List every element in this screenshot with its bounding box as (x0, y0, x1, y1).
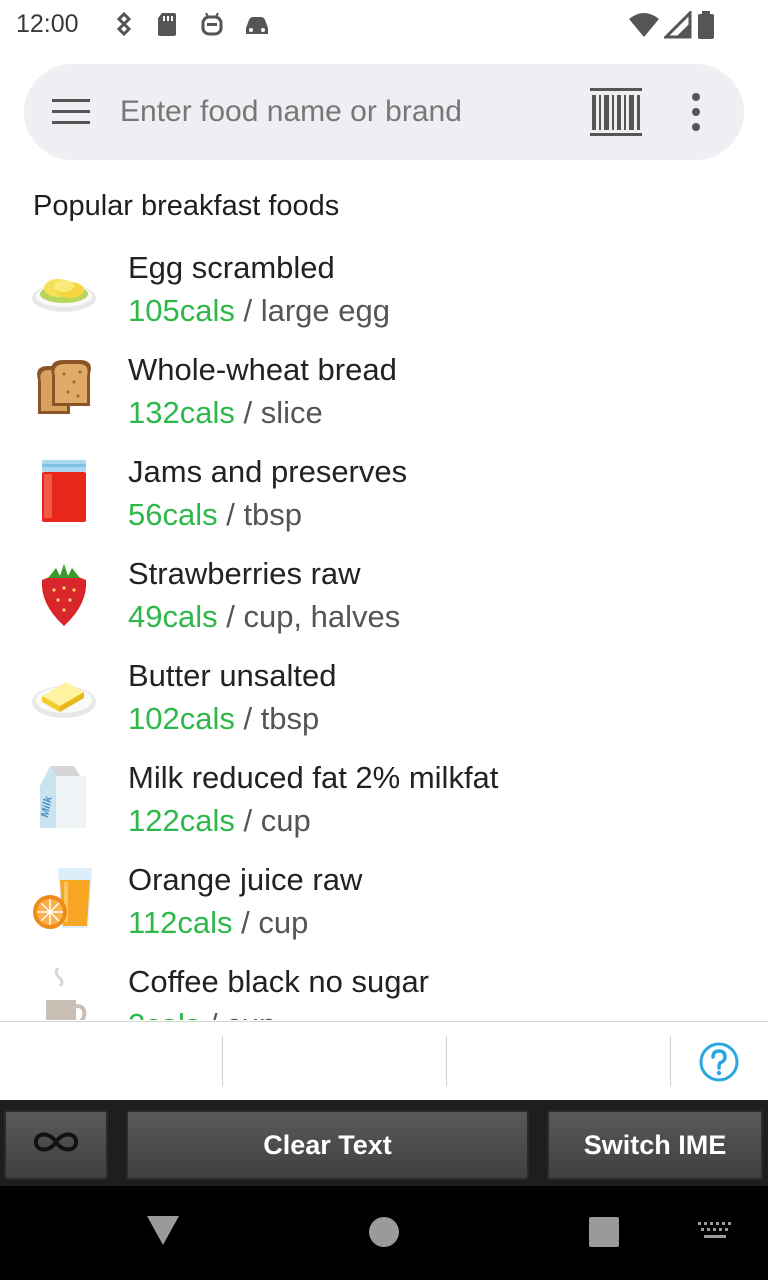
status-time: 12:00 (16, 10, 79, 38)
slot-separator (670, 1036, 671, 1086)
food-calories: 105cals / large egg (128, 293, 390, 329)
food-name: Butter unsalted (128, 658, 337, 693)
calorie-value: 102cals (128, 701, 235, 736)
suggestion-strip (0, 1022, 768, 1100)
food-item-strawberries-raw[interactable]: Strawberries raw 49cals / cup, halves (0, 546, 768, 648)
scrambled-egg-icon (28, 250, 100, 322)
food-calories: 2cals / cup (128, 1007, 276, 1020)
keyboard-icon[interactable] (698, 1222, 732, 1247)
recents-icon[interactable] (588, 1216, 620, 1253)
calorie-value: 56cals (128, 497, 218, 532)
serving-unit: / cup, halves (217, 599, 401, 634)
slot-separator (446, 1036, 447, 1086)
slot-separator (222, 1036, 223, 1086)
clear-text-button[interactable]: Clear Text (126, 1110, 529, 1180)
food-calories: 56cals / tbsp (128, 497, 302, 533)
food-item-whole-wheat-bread[interactable]: Whole-wheat bread 132cals / slice (0, 342, 768, 444)
food-item-coffee-black[interactable]: Coffee black no sugar 2cals / cup (0, 954, 768, 1020)
food-name: Coffee black no sugar (128, 964, 430, 999)
more-options-icon[interactable] (684, 92, 708, 132)
search-bar (24, 64, 744, 160)
section-title: Popular breakfast foods (33, 190, 340, 222)
calorie-value: 122cals (128, 803, 235, 838)
food-name: Milk reduced fat 2% milkfat (128, 760, 499, 795)
infinity-icon (30, 1128, 82, 1163)
serving-unit: / cup (234, 803, 311, 838)
food-name: Orange juice raw (128, 862, 363, 897)
calorie-value: 105cals (128, 293, 235, 328)
serving-unit: / tbsp (234, 701, 320, 736)
switch-ime-button[interactable]: Switch IME (547, 1110, 763, 1180)
food-item-jams-and-preserves[interactable]: Jams and preserves 56cals / tbsp (0, 444, 768, 546)
calorie-value: 2cals (128, 1007, 200, 1020)
food-item-orange-juice-raw[interactable]: Orange juice raw 112cals / cup (0, 852, 768, 954)
food-list: Egg scrambled 105cals / large egg Whole-… (0, 240, 768, 1020)
food-item-milk-reduced-fat[interactable]: Milk Milk reduced fat 2% milkfat 122cals… (0, 750, 768, 852)
coffee-cup-icon (28, 964, 100, 1020)
food-item-butter-unsalted[interactable]: Butter unsalted 102cals / tbsp (0, 648, 768, 750)
infinity-button[interactable] (4, 1110, 108, 1180)
hamburger-menu-icon[interactable] (52, 98, 90, 126)
food-name: Egg scrambled (128, 250, 335, 285)
serving-unit: / slice (234, 395, 323, 430)
food-name: Whole-wheat bread (128, 352, 397, 387)
android-head-icon (198, 10, 226, 38)
sd-card-icon (154, 10, 182, 38)
calorie-value: 112cals (128, 905, 233, 940)
usb-debug-icon (110, 10, 138, 38)
food-calories: 122cals / cup (128, 803, 311, 839)
serving-unit: / tbsp (217, 497, 303, 532)
milk-carton-icon: Milk (28, 760, 100, 832)
food-calories: 112cals / cup (128, 905, 308, 941)
navigation-bar (0, 1186, 768, 1280)
search-input[interactable] (120, 86, 560, 138)
back-icon[interactable] (146, 1214, 180, 1251)
bread-icon (28, 352, 100, 424)
food-name: Jams and preserves (128, 454, 408, 489)
home-icon[interactable] (368, 1216, 400, 1253)
wifi-icon (628, 11, 660, 44)
ime-toolbar: Clear Text Switch IME (0, 1100, 768, 1186)
serving-unit: / large egg (234, 293, 390, 328)
barcode-scanner-icon[interactable] (590, 88, 642, 136)
help-icon[interactable] (698, 1041, 740, 1083)
butter-icon (28, 658, 100, 730)
battery-icon (696, 10, 716, 45)
food-item-egg-scrambled[interactable]: Egg scrambled 105cals / large egg (0, 240, 768, 342)
serving-unit: / cup (232, 905, 309, 940)
food-calories: 132cals / slice (128, 395, 323, 431)
cell-signal-icon (662, 9, 692, 44)
calorie-value: 49cals (128, 599, 218, 634)
serving-unit: / cup (200, 1007, 276, 1020)
strawberry-icon (28, 556, 100, 628)
orange-juice-icon (28, 862, 100, 934)
food-calories: 102cals / tbsp (128, 701, 319, 737)
calorie-value: 132cals (128, 395, 235, 430)
food-calories: 49cals / cup, halves (128, 599, 400, 635)
status-bar: 12:00 (0, 0, 768, 50)
food-name: Strawberries raw (128, 556, 361, 591)
car-icon (242, 10, 270, 38)
jam-jar-icon (28, 454, 100, 526)
